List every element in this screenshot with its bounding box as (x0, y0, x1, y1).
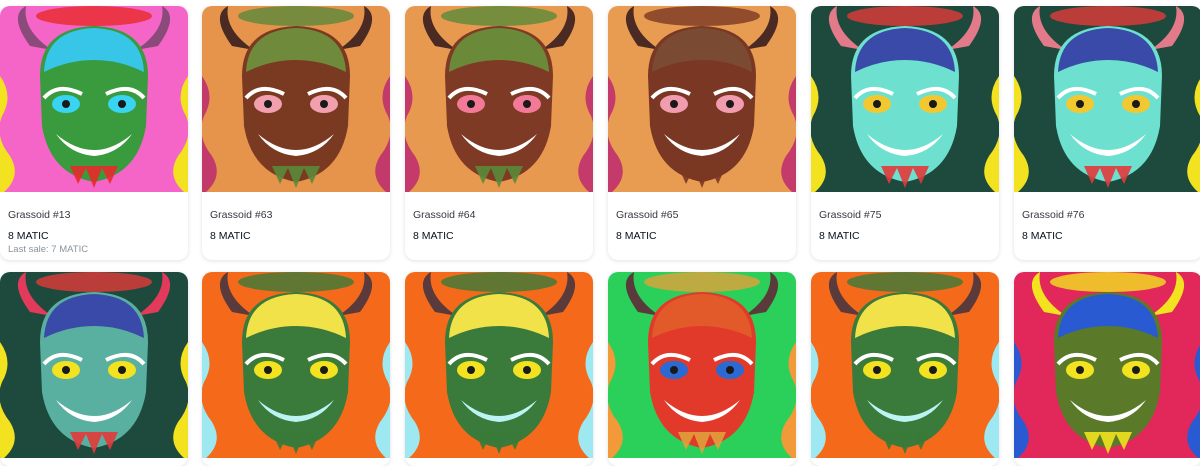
pupil-left (264, 100, 272, 108)
nft-artwork (202, 272, 390, 458)
top-band (36, 272, 152, 292)
nft-image[interactable] (405, 6, 593, 192)
nft-card-info: Grassoid #13 8 MATIC Last sale: 7 MATIC (0, 192, 188, 260)
nft-name[interactable]: Grassoid #13 (8, 209, 70, 221)
pupil-left (62, 366, 70, 374)
nft-artwork (405, 272, 593, 458)
pupil-right (1132, 100, 1140, 108)
nft-artwork (608, 272, 796, 458)
nft-artwork (202, 6, 390, 192)
nft-artwork (0, 272, 188, 458)
nft-card[interactable] (811, 272, 999, 466)
pupil-right (320, 100, 328, 108)
nft-card-info: Grassoid #76 8 MATIC (1014, 192, 1200, 260)
nft-card[interactable] (202, 272, 390, 466)
nft-card[interactable] (405, 272, 593, 466)
nft-name[interactable]: Grassoid #64 (413, 209, 475, 221)
pupil-left (670, 100, 678, 108)
nft-image[interactable] (1014, 6, 1200, 192)
top-band (441, 272, 557, 292)
nft-card[interactable] (0, 272, 188, 466)
pupil-right (929, 100, 937, 108)
nft-image[interactable] (0, 6, 188, 192)
top-band (238, 6, 354, 26)
nft-image[interactable] (405, 272, 593, 458)
nft-grid: Grassoid #13 8 MATIC Last sale: 7 MATIC Gra… (0, 0, 1200, 466)
pupil-right (726, 100, 734, 108)
top-band (238, 272, 354, 292)
pupil-left (1076, 100, 1084, 108)
nft-card[interactable]: Grassoid #13 8 MATIC Last sale: 7 MATIC (0, 6, 188, 260)
nft-name[interactable]: Grassoid #75 (819, 209, 881, 221)
nft-artwork (811, 272, 999, 458)
top-band (1050, 6, 1166, 26)
nft-artwork (1014, 272, 1200, 458)
nft-image[interactable] (0, 272, 188, 458)
nft-card[interactable] (608, 272, 796, 466)
nft-image[interactable] (202, 272, 390, 458)
top-band (441, 6, 557, 26)
nft-name[interactable]: Grassoid #63 (210, 209, 272, 221)
pupil-left (873, 100, 881, 108)
nft-artwork (1014, 6, 1200, 192)
nft-card-info: Grassoid #64 8 MATIC (405, 192, 593, 260)
top-band (644, 6, 760, 26)
nft-card-info: Grassoid #63 8 MATIC (202, 192, 390, 260)
nft-price: 8 MATIC (210, 230, 251, 242)
top-band (847, 6, 963, 26)
nft-card[interactable] (1014, 272, 1200, 466)
nft-card[interactable]: Grassoid #64 8 MATIC (405, 6, 593, 260)
top-band (36, 6, 152, 26)
nft-price: 8 MATIC (8, 230, 49, 242)
nft-price: 8 MATIC (413, 230, 454, 242)
nft-card[interactable]: Grassoid #65 8 MATIC (608, 6, 796, 260)
pupil-left (467, 366, 475, 374)
pupil-right (523, 366, 531, 374)
pupil-right (320, 366, 328, 374)
pupil-left (62, 100, 70, 108)
pupil-right (726, 366, 734, 374)
nft-price: 8 MATIC (1022, 230, 1063, 242)
nft-price: 8 MATIC (819, 230, 860, 242)
pupil-right (118, 100, 126, 108)
nft-artwork (608, 6, 796, 192)
nft-artwork (811, 6, 999, 192)
top-band (847, 272, 963, 292)
nft-name[interactable]: Grassoid #76 (1022, 209, 1084, 221)
nft-price: 8 MATIC (616, 230, 657, 242)
pupil-left (467, 100, 475, 108)
nft-card-info: Grassoid #75 8 MATIC (811, 192, 999, 260)
nft-card-info: Grassoid #65 8 MATIC (608, 192, 796, 260)
nft-artwork (405, 6, 593, 192)
pupil-left (670, 366, 678, 374)
nft-image[interactable] (608, 272, 796, 458)
nft-image[interactable] (811, 272, 999, 458)
nft-name[interactable]: Grassoid #65 (616, 209, 678, 221)
nft-image[interactable] (811, 6, 999, 192)
pupil-right (523, 100, 531, 108)
top-band (1050, 272, 1166, 292)
pupil-right (929, 366, 937, 374)
nft-artwork (0, 6, 188, 192)
nft-card[interactable]: Grassoid #76 8 MATIC (1014, 6, 1200, 260)
nft-card[interactable]: Grassoid #75 8 MATIC (811, 6, 999, 260)
pupil-left (264, 366, 272, 374)
pupil-right (1132, 366, 1140, 374)
nft-card[interactable]: Grassoid #63 8 MATIC (202, 6, 390, 260)
nft-last-sale: Last sale: 7 MATIC (8, 244, 89, 255)
pupil-left (873, 366, 881, 374)
nft-image[interactable] (1014, 272, 1200, 458)
nft-image[interactable] (202, 6, 390, 192)
pupil-right (118, 366, 126, 374)
pupil-left (1076, 366, 1084, 374)
nft-image[interactable] (608, 6, 796, 192)
top-band (644, 272, 760, 292)
